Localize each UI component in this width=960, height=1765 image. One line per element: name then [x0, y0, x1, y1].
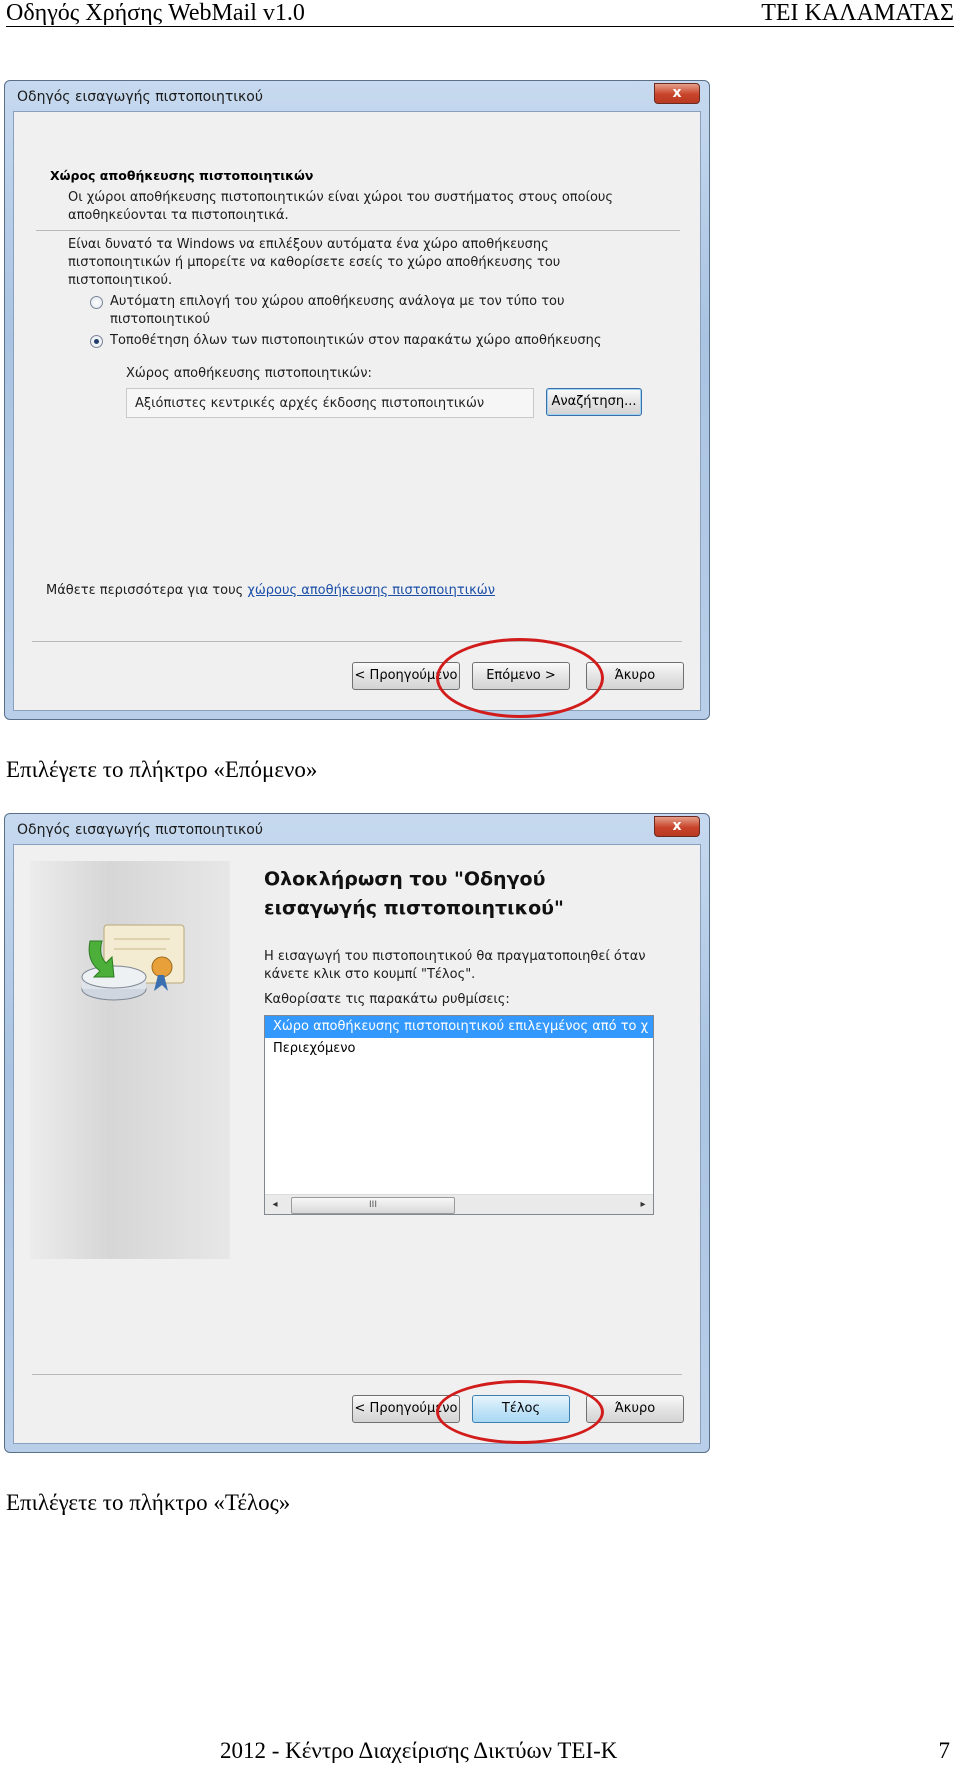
intro-text: Οι χώροι αποθήκευσης πιστοποιητικών είνα… [68, 190, 614, 223]
section-title: Χώρος αποθήκευσης πιστοποιητικών [50, 168, 314, 183]
highlight-circle-finish [436, 1380, 604, 1444]
settings-list[interactable]: Χώρο αποθήκευσης πιστοποιητικού επιλεγμέ… [264, 1015, 654, 1215]
dialog-title: Οδηγός εισαγωγής πιστοποιητικού [17, 89, 263, 105]
radio-auto-label: Αυτόματη επιλογή του χώρου αποθήκευσης α… [110, 294, 565, 327]
highlight-circle-next [436, 638, 604, 718]
dialog-client: Χώρος αποθήκευσης πιστοποιητικών Οι χώρο… [13, 111, 701, 711]
caption-finish: Επιλέγετε το πλήκτρο «Τέλος» [6, 1490, 291, 1515]
close-button[interactable]: x [654, 83, 700, 104]
list-item[interactable]: Περιεχόμενο [265, 1038, 653, 1060]
radio-manual-label: Τοποθέτηση όλων των πιστοποιητικών στον … [110, 333, 602, 348]
footer-text: 2012 - Κέντρο Διαχείρισης Δικτύων ΤΕΙ-Κ [220, 1738, 618, 1763]
list-item[interactable]: Χώρο αποθήκευσης πιστοποιητικού επιλεγμέ… [265, 1016, 653, 1038]
scroll-right-arrow-icon[interactable]: ▸ [635, 1196, 651, 1213]
radio-auto-select[interactable] [90, 296, 103, 309]
dialog-title: Οδηγός εισαγωγής πιστοποιητικού [17, 822, 263, 838]
header-title: Οδηγός Χρήσης WebMail v1.0 [6, 0, 305, 26]
learn-more-link[interactable]: χώρους αποθήκευσης πιστοποιητικών [247, 583, 495, 598]
divider [36, 230, 680, 231]
dialog-client: Ολοκλήρωση του "Οδηγού εισαγωγής πιστοπο… [13, 844, 701, 1444]
certificate-import-icon [81, 924, 185, 1001]
certificate-import-wizard-finish: Οδηγός εισαγωγής πιστοποιητικού x Ολοκλή… [4, 813, 710, 1453]
certificate-store-field: Αξιόπιστες κεντρικές αρχές έκδοσης πιστο… [126, 388, 534, 418]
learn-more: Μάθετε περισσότερα για τους χώρους αποθή… [46, 583, 495, 598]
certificate-import-wizard-store: Οδηγός εισαγωγής πιστοποιητικού x Χώρος … [4, 80, 710, 720]
divider [32, 641, 682, 642]
settings-label: Καθορίσατε τις παρακάτω ρυθμίσεις: [264, 992, 510, 1007]
close-button[interactable]: x [654, 816, 700, 837]
page-number: 7 [938, 1738, 951, 1763]
finish-heading: Ολοκλήρωση του "Οδηγού εισαγωγής πιστοπο… [264, 868, 564, 919]
caption-next: Επιλέγετε το πλήκτρο «Επόμενο» [6, 757, 318, 782]
finish-info: Η εισαγωγή του πιστοποιητικού θα πραγματ… [264, 949, 646, 982]
page-header: Οδηγός Χρήσης WebMail v1.0 ΤΕΙ ΚΑΛΑΜΑΤΑΣ [6, 0, 954, 27]
horizontal-scrollbar[interactable]: ◂ III ▸ [265, 1194, 653, 1214]
scroll-thumb[interactable]: III [291, 1197, 455, 1214]
store-label: Χώρος αποθήκευσης πιστοποιητικών: [126, 366, 372, 381]
wizard-side-panel [30, 861, 230, 1259]
header-institution: ΤΕΙ ΚΑΛΑΜΑΤΑΣ [761, 0, 954, 26]
description-text: Είναι δυνατό τα Windows να επιλέξουν αυτ… [68, 237, 561, 288]
scroll-left-arrow-icon[interactable]: ◂ [267, 1196, 283, 1213]
divider [32, 1374, 682, 1375]
radio-manual-select[interactable] [90, 335, 103, 348]
browse-button[interactable]: Αναζήτηση... [546, 388, 642, 416]
